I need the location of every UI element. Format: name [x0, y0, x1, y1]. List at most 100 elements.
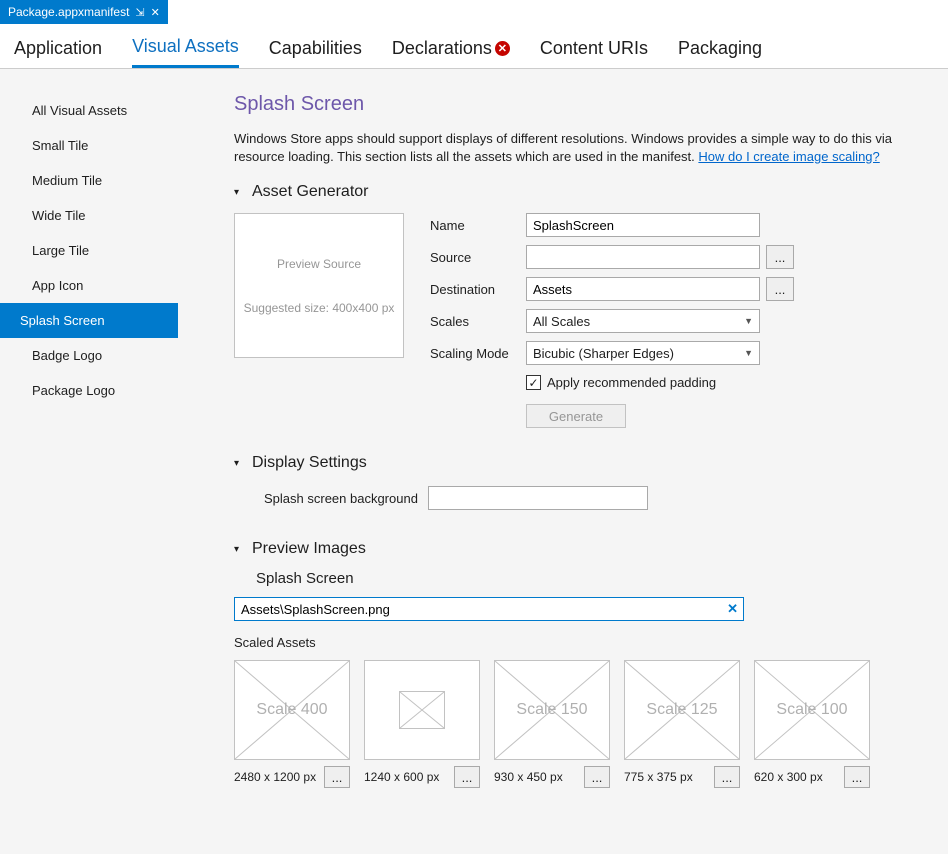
- sidebar-item-app-icon[interactable]: App Icon: [0, 268, 178, 303]
- background-input[interactable]: [428, 486, 648, 510]
- scaled-item-400: Scale 400 2480 x 1200 px ...: [234, 660, 350, 788]
- destination-browse-button[interactable]: ...: [766, 277, 794, 301]
- preview-subtitle: Splash Screen: [234, 570, 938, 587]
- sidebar-item-splash-screen[interactable]: Splash Screen: [0, 303, 178, 338]
- tab-capabilities[interactable]: Capabilities: [269, 36, 362, 68]
- destination-input[interactable]: [526, 277, 760, 301]
- section-asset-generator[interactable]: ▾ Asset Generator: [234, 183, 938, 201]
- scale-dimensions: 1240 x 600 px: [364, 770, 439, 784]
- sidebar-item-medium-tile[interactable]: Medium Tile: [0, 163, 178, 198]
- source-label: Source: [430, 250, 520, 265]
- close-icon[interactable]: ✕: [151, 6, 160, 19]
- scale-label: Scale 100: [770, 701, 853, 719]
- tab-label: Packaging: [678, 38, 762, 59]
- section-title: Asset Generator: [252, 183, 369, 201]
- scale-dimensions: 775 x 375 px: [624, 770, 693, 784]
- scales-value: All Scales: [533, 314, 590, 329]
- scaled-item-100: Scale 100 620 x 300 px ...: [754, 660, 870, 788]
- document-tab-bar: Package.appxmanifest ⇲ ✕: [0, 0, 948, 24]
- tab-packaging[interactable]: Packaging: [678, 36, 762, 68]
- scale-browse-button[interactable]: ...: [324, 766, 350, 788]
- preview-size-label: Suggested size: 400x400 px: [244, 301, 395, 315]
- scale-browse-button[interactable]: ...: [454, 766, 480, 788]
- page-description: Windows Store apps should support displa…: [234, 130, 938, 165]
- document-tab-title: Package.appxmanifest: [8, 5, 129, 19]
- padding-checkbox[interactable]: ✓: [526, 375, 541, 390]
- error-icon: ✕: [495, 41, 510, 56]
- scale-label: Scale 400: [250, 701, 333, 719]
- scaled-item-200: 1240 x 600 px ...: [364, 660, 480, 788]
- sidebar-item-small-tile[interactable]: Small Tile: [0, 128, 178, 163]
- scaled-preview-400[interactable]: Scale 400: [234, 660, 350, 760]
- page-title: Splash Screen: [234, 93, 938, 116]
- chevron-down-icon: ▾: [234, 458, 246, 469]
- chevron-down-icon: ▾: [234, 544, 246, 555]
- scales-label: Scales: [430, 314, 520, 329]
- scale-browse-button[interactable]: ...: [844, 766, 870, 788]
- sidebar: All Visual Assets Small Tile Medium Tile…: [0, 69, 178, 852]
- help-link[interactable]: How do I create image scaling?: [698, 149, 879, 164]
- scaled-assets-label: Scaled Assets: [234, 635, 938, 650]
- chevron-down-icon: ▼: [744, 348, 753, 358]
- scale-dimensions: 2480 x 1200 px: [234, 770, 316, 784]
- sidebar-item-large-tile[interactable]: Large Tile: [0, 233, 178, 268]
- padding-label: Apply recommended padding: [547, 375, 716, 390]
- tab-declarations[interactable]: Declarations✕: [392, 36, 510, 68]
- sidebar-item-badge-logo[interactable]: Badge Logo: [0, 338, 178, 373]
- chevron-down-icon: ▾: [234, 187, 246, 198]
- tab-label: Declarations: [392, 38, 492, 59]
- splash-path-input[interactable]: [234, 597, 744, 621]
- name-label: Name: [430, 218, 520, 233]
- pin-icon[interactable]: ⇲: [135, 6, 144, 19]
- tab-label: Content URIs: [540, 38, 648, 59]
- placeholder-image-icon: [399, 691, 445, 729]
- scaled-preview-125[interactable]: Scale 125: [624, 660, 740, 760]
- scaled-item-150: Scale 150 930 x 450 px ...: [494, 660, 610, 788]
- scaled-preview-150[interactable]: Scale 150: [494, 660, 610, 760]
- scale-browse-button[interactable]: ...: [714, 766, 740, 788]
- tab-label: Visual Assets: [132, 36, 239, 57]
- sidebar-item-package-logo[interactable]: Package Logo: [0, 373, 178, 408]
- document-tab[interactable]: Package.appxmanifest ⇲ ✕: [0, 0, 168, 24]
- scales-select[interactable]: All Scales ▼: [526, 309, 760, 333]
- sidebar-item-all-visual-assets[interactable]: All Visual Assets: [0, 93, 178, 128]
- background-label: Splash screen background: [264, 491, 418, 506]
- generate-button[interactable]: Generate: [526, 404, 626, 428]
- tab-visual-assets[interactable]: Visual Assets: [132, 36, 239, 68]
- background-row: Splash screen background: [234, 486, 938, 510]
- source-browse-button[interactable]: ...: [766, 245, 794, 269]
- preview-source-label: Preview Source: [277, 257, 361, 271]
- page: Splash Screen Windows Store apps should …: [178, 69, 948, 852]
- padding-row: ✓ Apply recommended padding: [526, 375, 794, 390]
- scaling-mode-value: Bicubic (Sharper Edges): [533, 346, 674, 361]
- preview-source-box[interactable]: Preview Source Suggested size: 400x400 p…: [234, 213, 404, 358]
- clear-icon[interactable]: ✕: [727, 601, 738, 617]
- scale-label: Scale 150: [510, 701, 593, 719]
- scale-dimensions: 620 x 300 px: [754, 770, 823, 784]
- tab-label: Application: [14, 38, 102, 59]
- scaled-preview-200[interactable]: [364, 660, 480, 760]
- tab-content-uris[interactable]: Content URIs: [540, 36, 648, 68]
- tab-application[interactable]: Application: [14, 36, 102, 68]
- tab-label: Capabilities: [269, 38, 362, 59]
- section-display-settings[interactable]: ▾ Display Settings: [234, 454, 938, 472]
- section-preview-images[interactable]: ▾ Preview Images: [234, 540, 938, 558]
- asset-generator-form: Name Source ... Destination ... Scales A…: [430, 213, 794, 428]
- scaling-mode-select[interactable]: Bicubic (Sharper Edges) ▼: [526, 341, 760, 365]
- name-input[interactable]: [526, 213, 760, 237]
- scaled-preview-100[interactable]: Scale 100: [754, 660, 870, 760]
- scale-label: Scale 125: [640, 701, 723, 719]
- scaling-mode-label: Scaling Mode: [430, 346, 520, 361]
- section-title: Preview Images: [252, 540, 366, 558]
- destination-label: Destination: [430, 282, 520, 297]
- scale-browse-button[interactable]: ...: [584, 766, 610, 788]
- source-input[interactable]: [526, 245, 760, 269]
- scale-dimensions: 930 x 450 px: [494, 770, 563, 784]
- path-input-wrapper: ✕: [234, 597, 744, 621]
- sidebar-item-wide-tile[interactable]: Wide Tile: [0, 198, 178, 233]
- main-tabs: Application Visual Assets Capabilities D…: [0, 24, 948, 69]
- section-title: Display Settings: [252, 454, 367, 472]
- scaled-item-125: Scale 125 775 x 375 px ...: [624, 660, 740, 788]
- content-area: All Visual Assets Small Tile Medium Tile…: [0, 69, 948, 852]
- scaled-assets-row: Scale 400 2480 x 1200 px ... 1240 x 60: [234, 660, 938, 788]
